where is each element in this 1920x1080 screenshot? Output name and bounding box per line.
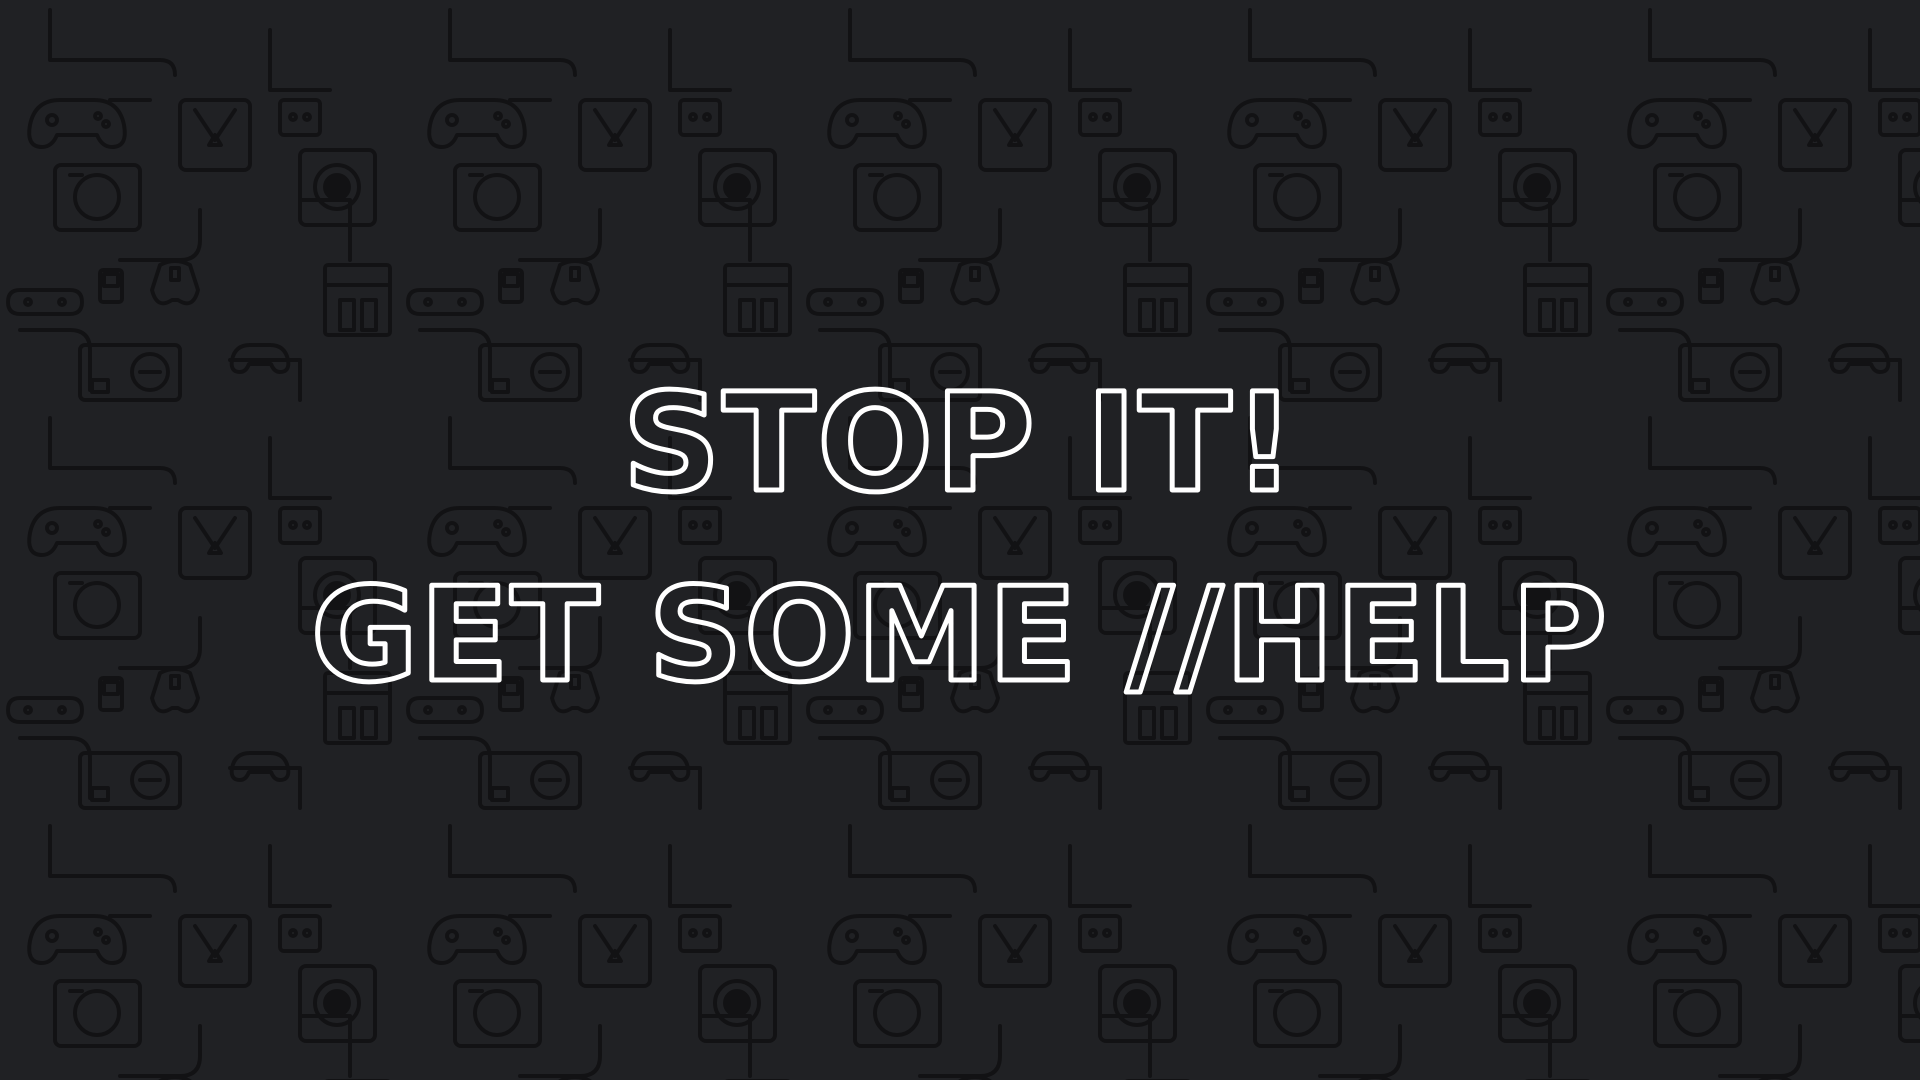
caption-line-get-some-help: GET SOME //HELP xyxy=(311,559,1609,711)
caption-line-stop-it: STOP IT! xyxy=(623,365,1298,523)
meme-caption: STOP IT! GET SOME //HELP xyxy=(309,363,1610,714)
meme-image: STOP IT! GET SOME //HELP xyxy=(0,0,1920,1080)
